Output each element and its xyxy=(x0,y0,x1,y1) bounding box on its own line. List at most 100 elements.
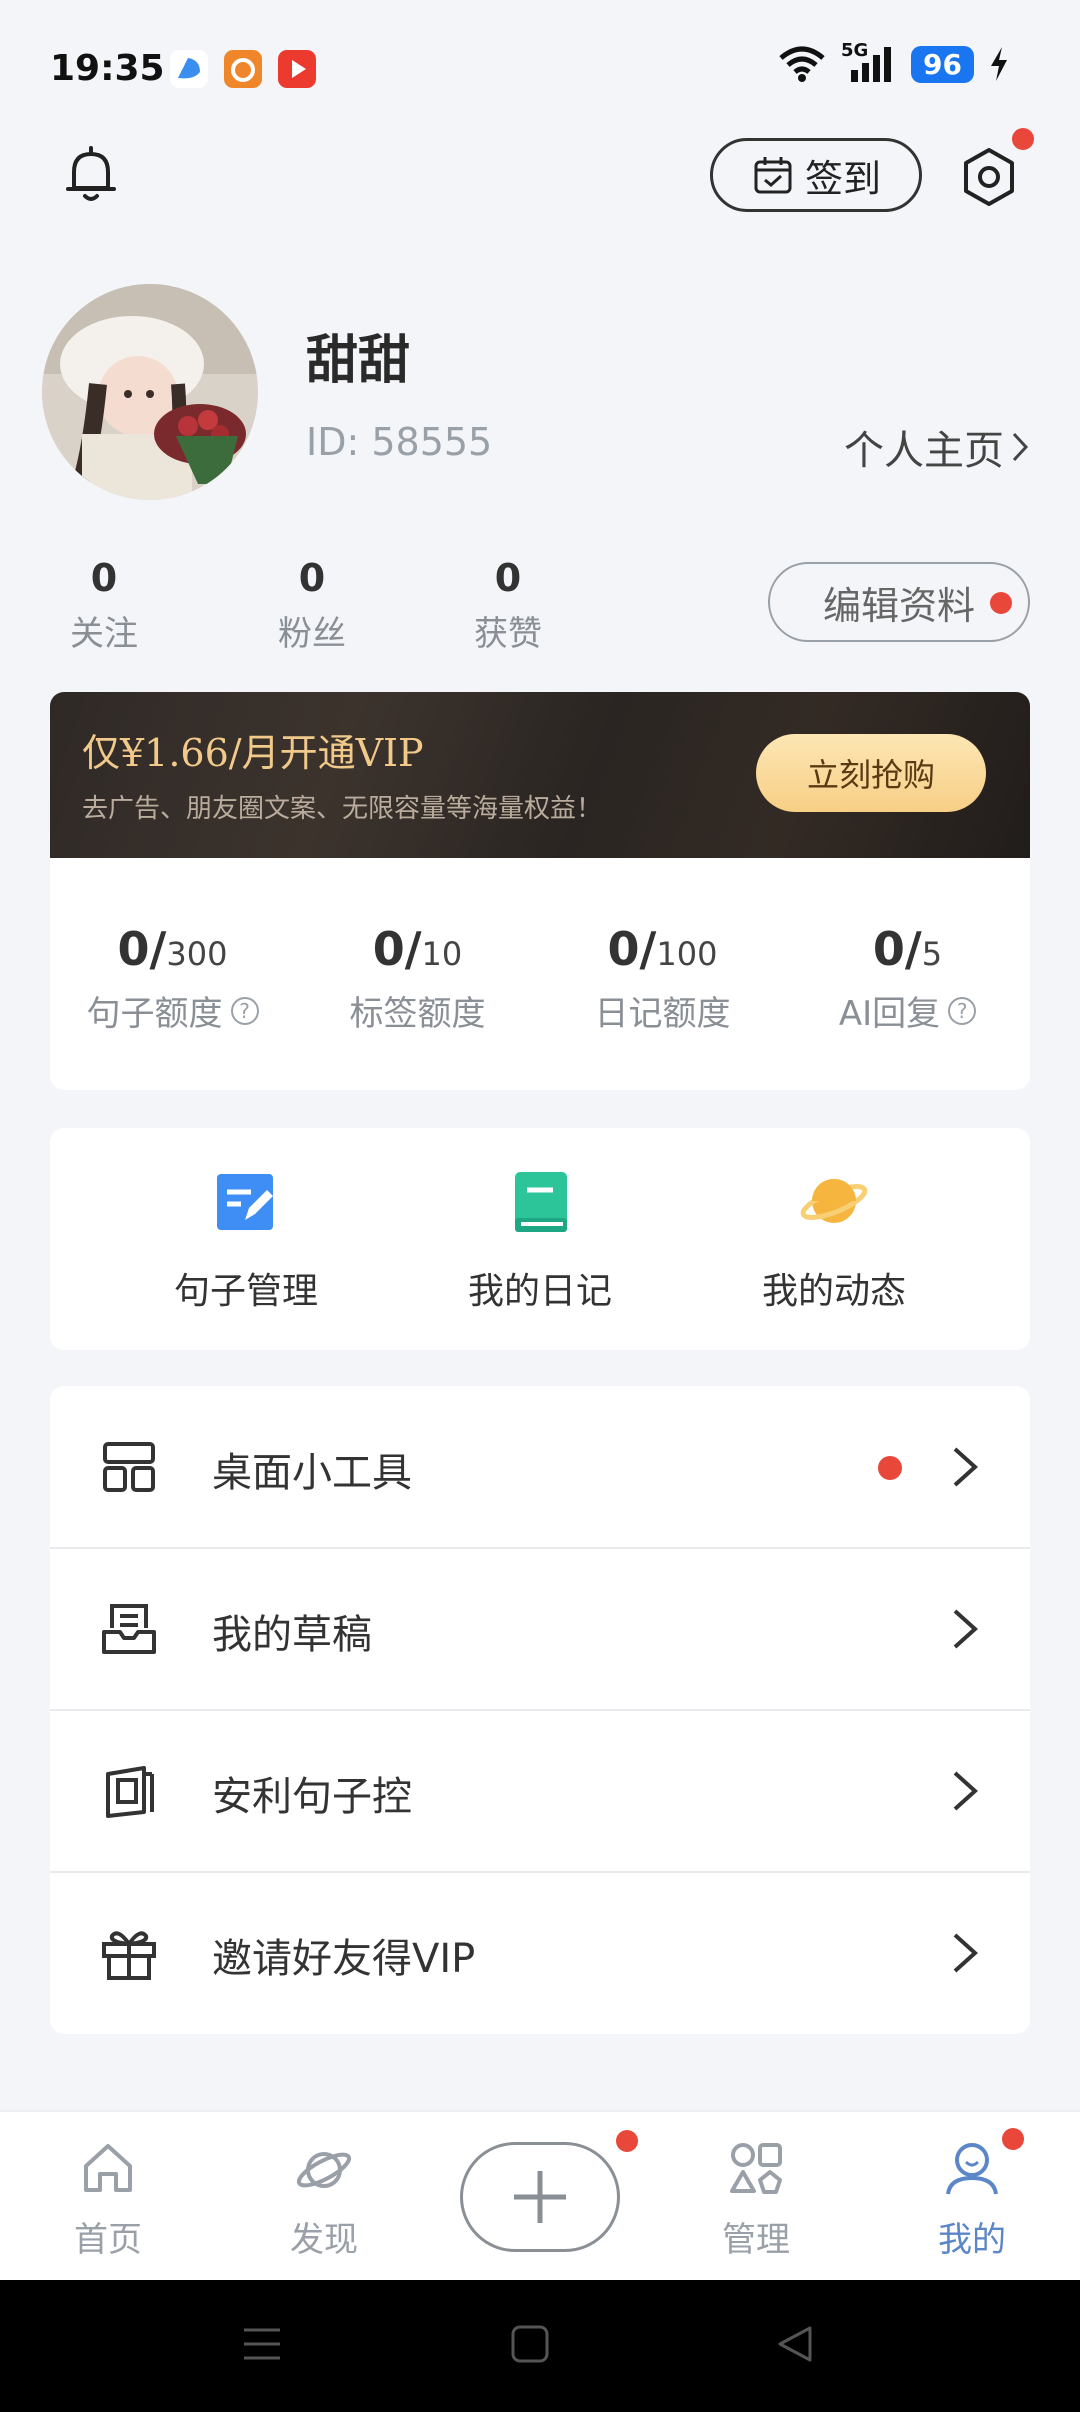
menu-item-invite-friends[interactable]: 邀请好友得VIP xyxy=(50,1872,1030,2034)
tab-manage[interactable]: 管理 xyxy=(676,2138,836,2261)
stat-following[interactable]: 0 关注 xyxy=(44,556,164,655)
menu-label: 安利句子控 xyxy=(212,1774,412,1820)
edit-profile-badge xyxy=(990,592,1012,614)
tab-label: 发现 xyxy=(290,2220,358,2260)
homepage-label: 个人主页 xyxy=(844,428,1004,474)
quota-value: 0/300 xyxy=(50,922,295,976)
quota-total: 5 xyxy=(921,935,943,973)
app-video-icon xyxy=(278,50,316,88)
quota-label: 日记额度 xyxy=(594,994,731,1034)
planet-icon xyxy=(800,1179,868,1223)
menu-label: 邀请好友得VIP xyxy=(212,1936,476,1982)
app-bird-icon xyxy=(170,50,208,88)
vip-subtitle: 去广告、朋友圈文案、无限容量等海量权益！ xyxy=(82,794,603,824)
menu-badge xyxy=(878,1456,902,1480)
username: 甜甜 xyxy=(306,331,411,391)
vip-title: 仅¥1.66/月开通VIP xyxy=(82,731,424,775)
quota-used: 0/ xyxy=(372,922,422,976)
stat-label: 获赞 xyxy=(474,614,542,654)
chevron-right-icon xyxy=(953,1609,978,1649)
feature-sentence-manage[interactable]: 句子管理 xyxy=(96,1166,396,1314)
status-app-icons xyxy=(170,50,316,88)
stat-value: 0 xyxy=(90,556,118,600)
battery-indicator: 96 xyxy=(911,45,974,83)
quota-value: 0/10 xyxy=(295,922,540,976)
tab-discover[interactable]: 发现 xyxy=(244,2138,404,2261)
settings-gear-icon[interactable] xyxy=(956,144,1022,210)
wifi-icon xyxy=(779,46,825,82)
settings-badge xyxy=(1012,128,1034,150)
quota-value: 0/100 xyxy=(540,922,785,976)
quota-label-row: 句子额度? xyxy=(50,986,295,1035)
checkin-button[interactable]: 签到 xyxy=(710,138,922,212)
person-icon xyxy=(946,2143,998,2195)
chevron-right-icon xyxy=(1012,432,1029,462)
quota-sentences: 0/300 句子额度? xyxy=(50,922,295,1035)
home-square-icon[interactable] xyxy=(510,2322,550,2368)
back-icon[interactable] xyxy=(776,2322,816,2368)
add-post-badge xyxy=(616,2130,638,2152)
tab-home[interactable]: 首页 xyxy=(28,2138,188,2261)
vip-banner[interactable]: 仅¥1.66/月开通VIP 去广告、朋友圈文案、无限容量等海量权益！ 立刻抢购 xyxy=(50,692,1030,858)
feature-label: 我的日记 xyxy=(467,1271,612,1312)
plus-icon xyxy=(514,2171,566,2223)
stat-label: 粉丝 xyxy=(278,614,346,654)
gift-icon xyxy=(102,1931,156,1980)
quota-total: 100 xyxy=(656,935,718,973)
tab-mine[interactable]: 我的 xyxy=(892,2138,1052,2261)
quota-ai-reply: 0/5 AI回复? xyxy=(785,922,1030,1035)
stat-label: 关注 xyxy=(70,614,138,654)
status-time: 19:35 xyxy=(50,48,165,89)
edit-profile-label: 编辑资料 xyxy=(822,585,975,628)
personal-homepage-link[interactable]: 个人主页 xyxy=(844,418,1030,476)
quota-label-row: 标签额度 xyxy=(295,986,540,1035)
add-post-button[interactable] xyxy=(460,2142,620,2252)
feature-label: 句子管理 xyxy=(173,1271,318,1312)
quota-label-row: 日记额度 xyxy=(540,986,785,1035)
quota-tags: 0/10 标签额度 xyxy=(295,922,540,1035)
profile-stats: 0 关注 0 粉丝 0 获赞 xyxy=(50,556,610,656)
menu-item-recommend-app[interactable]: 安利句子控 xyxy=(50,1710,1030,1872)
planet-outline-icon xyxy=(296,2152,352,2188)
vip-buy-button[interactable]: 立刻抢购 xyxy=(756,734,986,812)
edit-note-icon xyxy=(217,1174,273,1230)
quota-value: 0/5 xyxy=(785,922,1030,976)
menu-item-my-drafts[interactable]: 我的草稿 xyxy=(50,1548,1030,1710)
quota-used: 0/ xyxy=(117,922,167,976)
system-navigation-bar xyxy=(0,2280,1080,2412)
chevron-right-icon xyxy=(953,1771,978,1811)
share-frame-icon xyxy=(106,1766,154,1818)
avatar[interactable] xyxy=(42,284,258,500)
settings-menu: 桌面小工具 我的草稿 安利句子控 邀请好友得VIP xyxy=(50,1386,1030,2034)
vip-buy-label: 立刻抢购 xyxy=(806,756,935,794)
tab-label: 我的 xyxy=(938,2220,1006,2260)
feature-my-moments[interactable]: 我的动态 xyxy=(684,1166,984,1314)
notification-bell-icon[interactable] xyxy=(58,142,124,208)
quota-label: 句子额度 xyxy=(86,994,223,1034)
menu-label: 桌面小工具 xyxy=(212,1450,412,1496)
chevron-right-icon xyxy=(953,1447,978,1487)
menu-item-desktop-widget[interactable]: 桌面小工具 xyxy=(50,1386,1030,1548)
feature-my-diary[interactable]: 我的日记 xyxy=(390,1166,690,1314)
mine-badge xyxy=(1002,2128,1024,2150)
stat-likes[interactable]: 0 获赞 xyxy=(448,556,568,655)
stat-followers[interactable]: 0 粉丝 xyxy=(252,556,372,655)
app-orange-icon xyxy=(224,50,262,88)
tab-label: 管理 xyxy=(722,2220,790,2260)
quota-label: 标签额度 xyxy=(349,994,486,1034)
quota-used: 0/ xyxy=(872,922,922,976)
menu-label: 我的草稿 xyxy=(212,1612,372,1658)
widget-layout-icon xyxy=(103,1442,155,1492)
status-indicators: 5G 96 xyxy=(777,40,1010,84)
feature-label: 我的动态 xyxy=(761,1271,906,1312)
chevron-right-icon xyxy=(953,1933,978,1973)
help-icon[interactable]: ? xyxy=(948,996,977,1025)
status-bar: 19:35 5G 96 xyxy=(0,0,1080,130)
tab-label: 首页 xyxy=(74,2220,142,2260)
help-icon[interactable]: ? xyxy=(230,996,259,1025)
calendar-check-icon xyxy=(754,157,792,194)
feature-shortcuts: 句子管理 我的日记 我的动态 xyxy=(50,1128,1030,1350)
signal-icon: 5G xyxy=(841,40,897,84)
menu-icon[interactable] xyxy=(242,2322,282,2368)
draft-box-icon xyxy=(102,1604,156,1654)
